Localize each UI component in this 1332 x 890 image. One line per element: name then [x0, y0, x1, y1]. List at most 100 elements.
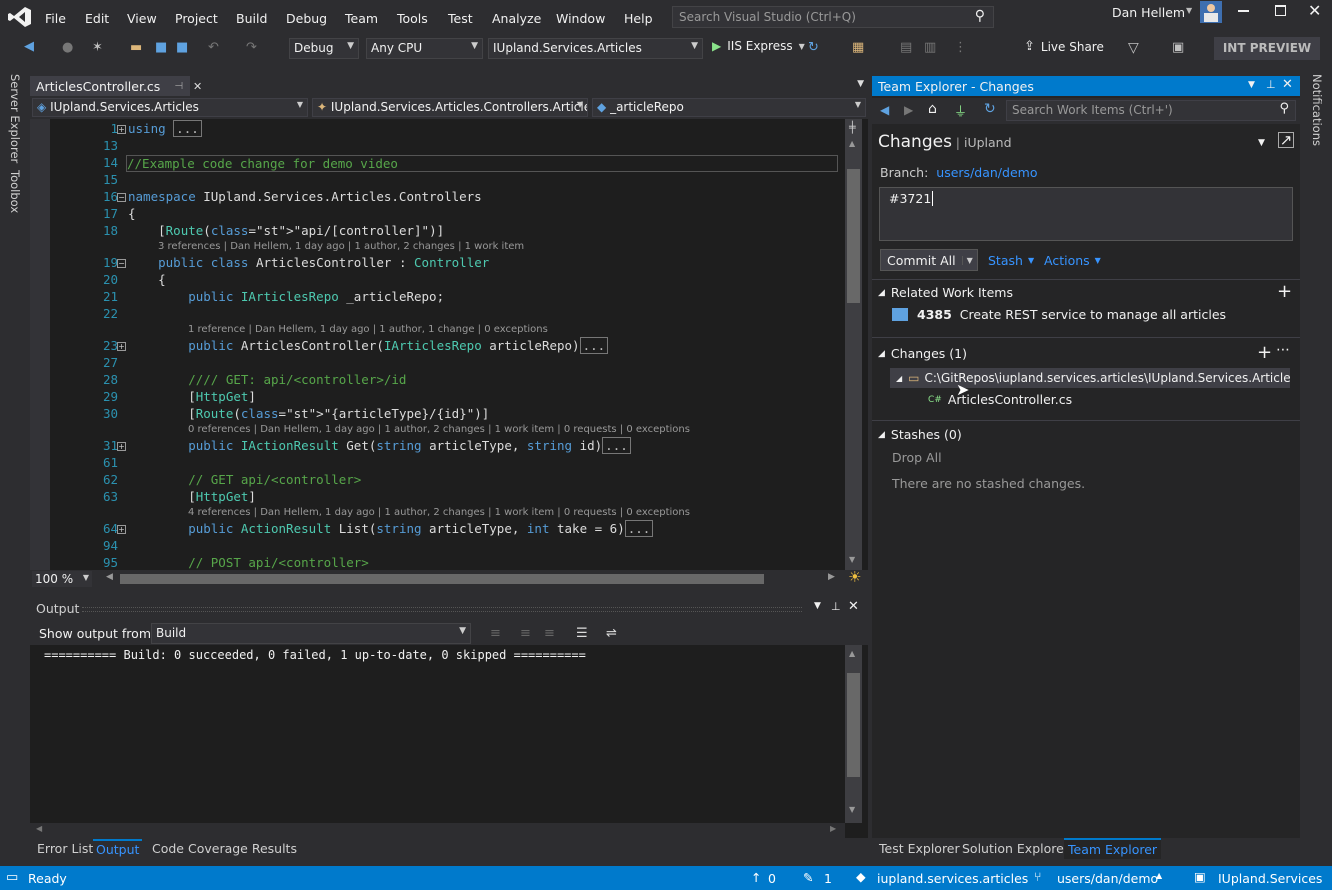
output-horizontal-scrollbar[interactable]: ◀ ▶: [30, 823, 845, 838]
menu-test[interactable]: Test: [448, 11, 473, 26]
related-work-items-header[interactable]: ◢ Related Work Items: [878, 285, 1013, 300]
scroll-down-icon[interactable]: ▼: [849, 555, 855, 564]
back-icon[interactable]: ◀: [24, 39, 34, 54]
class-nav-select[interactable]: ✦ IUpland.Services.Articles.Controllers.…: [312, 98, 588, 117]
split-icon[interactable]: ╪: [849, 121, 856, 134]
work-item-row[interactable]: 4385 Create REST service to manage all a…: [892, 307, 1226, 322]
tab-error-list[interactable]: Error List: [37, 841, 93, 856]
menu-debug[interactable]: Debug: [286, 11, 327, 26]
expand-outline-icon[interactable]: +: [117, 525, 126, 534]
notifications-tab[interactable]: Notifications: [1310, 74, 1324, 146]
browser-link-icon[interactable]: ▦: [852, 40, 864, 55]
redo-icon[interactable]: ↷: [246, 40, 257, 55]
collapsed-region[interactable]: ...: [624, 520, 654, 537]
close-icon[interactable]: ✕: [1308, 1, 1321, 20]
output-scrollbar[interactable]: ▲ ▼: [845, 645, 862, 823]
account-settings-icon[interactable]: ▣: [1172, 40, 1184, 55]
solution-icon[interactable]: ▣: [1194, 869, 1206, 884]
format-icon[interactable]: ▥: [924, 40, 936, 55]
search-icon[interactable]: ⚲: [1279, 101, 1289, 116]
avatar[interactable]: [1200, 1, 1222, 23]
expand-outline-icon[interactable]: +: [117, 125, 126, 134]
drop-all-link[interactable]: Drop All: [892, 450, 942, 465]
startup-project-select[interactable]: IUpland.Services.Articles ▼: [488, 38, 703, 59]
add-change-icon[interactable]: +: [1257, 342, 1272, 363]
horizontal-scroll-thumb[interactable]: [120, 574, 764, 584]
tab-code-coverage[interactable]: Code Coverage Results: [152, 841, 297, 856]
minimize-icon[interactable]: [1238, 10, 1249, 12]
repository-name[interactable]: iupland.services.articles: [877, 871, 1028, 886]
menu-analyze[interactable]: Analyze: [492, 11, 541, 26]
scroll-left-icon[interactable]: ◀: [106, 572, 113, 582]
actions-link[interactable]: Actions ▼: [1044, 253, 1101, 268]
scroll-up-icon[interactable]: ▲: [849, 649, 855, 658]
maximize-icon[interactable]: [1275, 5, 1286, 16]
collapsed-region[interactable]: ...: [579, 337, 609, 354]
refresh-icon[interactable]: ↻: [808, 40, 819, 55]
tab-test-explorer[interactable]: Test Explorer: [879, 841, 960, 856]
scroll-left-icon[interactable]: ◀: [36, 824, 42, 833]
live-share-button[interactable]: ⇪ Live Share: [1024, 39, 1104, 54]
tab-output[interactable]: Output: [93, 839, 143, 858]
collapse-outline-icon[interactable]: −: [117, 193, 126, 202]
close-icon[interactable]: ✕: [848, 599, 859, 614]
server-explorer-tab[interactable]: Server Explorer: [8, 74, 22, 163]
toolbox-tab[interactable]: Toolbox: [8, 170, 22, 213]
commit-all-button[interactable]: Commit All ▼: [880, 249, 978, 271]
scroll-thumb[interactable]: [847, 169, 860, 303]
menu-file[interactable]: File: [45, 11, 66, 26]
find-message-icon[interactable]: ≡: [490, 626, 501, 641]
user-name[interactable]: Dan Hellem: [1112, 5, 1185, 20]
align-icon[interactable]: ▤: [900, 40, 912, 55]
pin-icon[interactable]: ⊥: [831, 600, 841, 613]
solution-name[interactable]: IUpland.Services: [1218, 871, 1322, 886]
arrow-up-icon[interactable]: ↑: [751, 870, 761, 885]
changes-header[interactable]: ◢ Changes (1): [878, 346, 967, 361]
code-lens[interactable]: 3 references | Dan Hellem, 1 day ago | 1…: [158, 241, 524, 252]
editor-vertical-scrollbar[interactable]: ╪ ▲ ▼: [845, 119, 862, 570]
output-source-select[interactable]: Build ▼: [151, 623, 471, 644]
branch-link[interactable]: users/dan/demo: [936, 165, 1037, 180]
stash-link[interactable]: Stash ▼: [988, 253, 1034, 268]
open-folder-icon[interactable]: ▬: [130, 40, 142, 55]
scroll-thumb[interactable]: [847, 673, 860, 777]
chevron-down-icon[interactable]: ▼: [814, 601, 821, 611]
member-nav-select[interactable]: ◆ _articleRepo ▼: [592, 98, 866, 117]
code-lens[interactable]: 1 reference | Dan Hellem, 1 day ago | 1 …: [188, 324, 548, 335]
menu-edit[interactable]: Edit: [85, 11, 109, 26]
chevron-down-icon[interactable]: ▼: [1186, 6, 1192, 15]
code-editor[interactable]: 1 + using ... 13 14//Example code change for…: [30, 119, 868, 570]
menu-window[interactable]: Window: [556, 11, 605, 26]
toolbar-overflow-icon[interactable]: ⋮: [954, 40, 967, 55]
platform-select[interactable]: Any CPU ▼: [366, 38, 483, 59]
output-text-area[interactable]: ========== Build: 0 succeeded, 0 failed,…: [30, 645, 868, 838]
chevron-down-icon[interactable]: ▼: [1248, 80, 1255, 90]
expand-outline-icon[interactable]: +: [117, 342, 126, 351]
collapse-outline-icon[interactable]: −: [117, 259, 126, 268]
pencil-icon[interactable]: ✎: [803, 870, 813, 885]
code-lens[interactable]: 4 references | Dan Hellem, 1 day ago | 1…: [188, 507, 690, 518]
commit-message-input[interactable]: #3721: [879, 187, 1293, 241]
tab-team-explorer[interactable]: Team Explorer: [1064, 838, 1162, 859]
visual-studio-logo-icon[interactable]: [8, 6, 32, 28]
forward-icon[interactable]: ▶: [904, 103, 913, 117]
home-icon[interactable]: ⌂: [928, 101, 937, 117]
new-project-icon[interactable]: ✶: [92, 40, 103, 55]
collapsed-region[interactable]: ...: [173, 120, 202, 137]
unpublished-count[interactable]: 0: [768, 871, 776, 886]
code-lens[interactable]: 0 references | Dan Hellem, 1 day ago | 1…: [188, 424, 690, 435]
save-all-icon[interactable]: ■: [176, 40, 188, 55]
expand-outline-icon[interactable]: +: [117, 442, 126, 451]
add-work-item-icon[interactable]: +: [1277, 281, 1292, 302]
start-debugging-button[interactable]: ▶ IIS Express ▼: [712, 39, 805, 53]
menu-view[interactable]: View: [127, 11, 157, 26]
scroll-up-icon[interactable]: ▲: [849, 139, 855, 148]
chevron-down-icon[interactable]: ▼: [961, 255, 977, 265]
preview-badge[interactable]: INT PREVIEW: [1214, 37, 1320, 60]
configuration-select[interactable]: Debug ▼: [289, 38, 359, 59]
pin-icon[interactable]: ⊥: [1266, 78, 1276, 91]
scroll-right-icon[interactable]: ▶: [830, 824, 836, 833]
tab-overflow-icon[interactable]: ▼: [857, 79, 864, 89]
menu-project[interactable]: Project: [175, 11, 218, 26]
search-icon[interactable]: ⚲: [975, 8, 985, 24]
